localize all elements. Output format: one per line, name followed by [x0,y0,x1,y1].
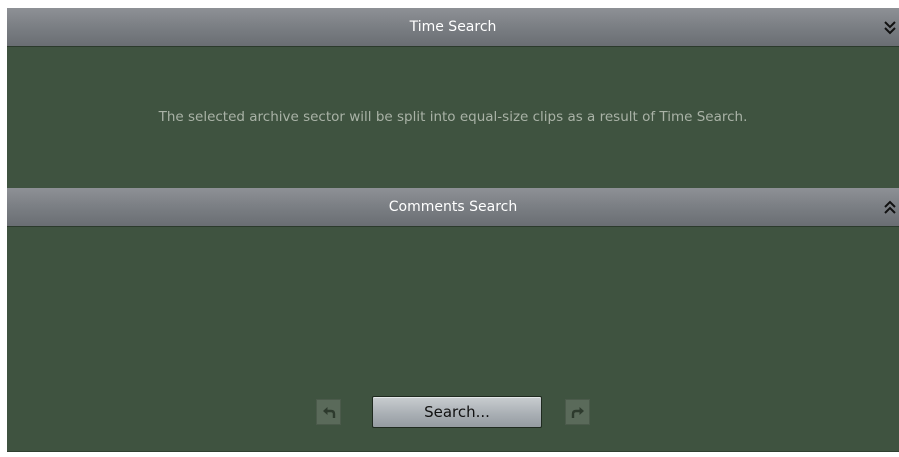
time-search-title: Time Search [409,19,497,35]
comments-search-title: Comments Search [388,199,518,215]
double-chevron-up-icon[interactable] [883,199,897,215]
back-button[interactable] [316,399,341,425]
double-chevron-down-icon[interactable] [883,19,897,35]
comments-search-header[interactable]: Comments Search [7,188,899,227]
search-panel: Time Search The selected archive sector … [7,8,899,452]
search-button[interactable]: Search... [372,396,542,428]
time-search-info-text: The selected archive sector will be spli… [158,109,748,125]
forward-button[interactable] [565,399,590,425]
time-search-header[interactable]: Time Search [7,8,899,47]
footer-divider [7,451,899,452]
